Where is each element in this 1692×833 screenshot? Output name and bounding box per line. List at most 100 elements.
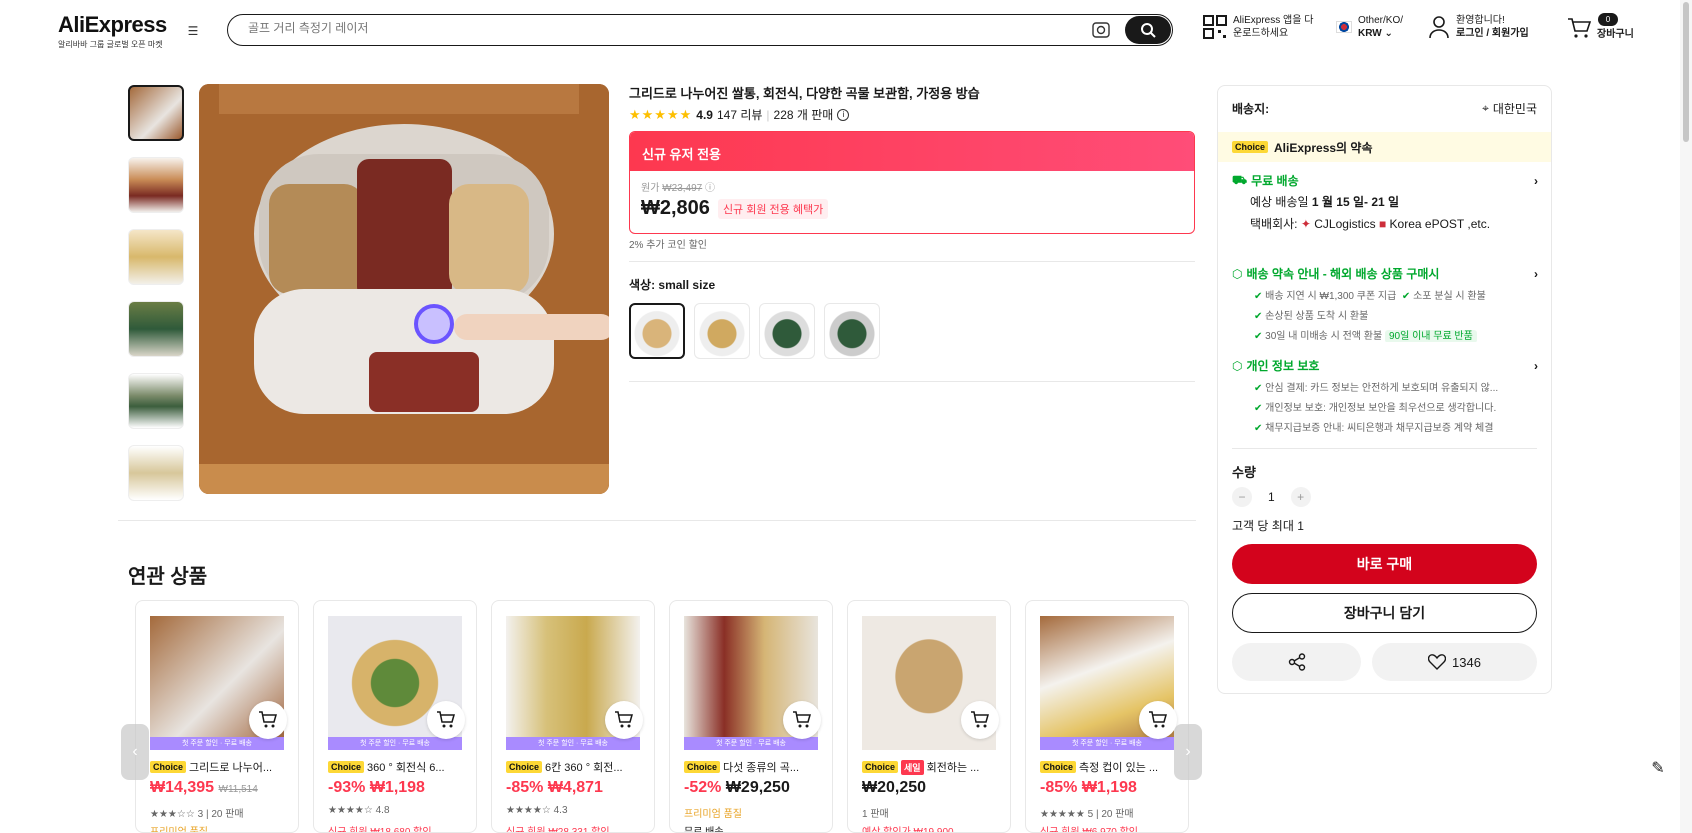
- quantity-stepper: − 1 +: [1232, 487, 1311, 507]
- search-bar: [227, 14, 1173, 46]
- review-count[interactable]: 147 리뷰: [717, 106, 762, 123]
- add-to-cart-icon[interactable]: [961, 701, 999, 739]
- add-to-cart-icon[interactable]: [1139, 701, 1177, 739]
- related-product-card[interactable]: 첫 주문 할인 · 무료 배송 Choice 360 ° 회전식 6... -93…: [313, 600, 477, 833]
- carousel-prev-arrow[interactable]: ‹: [121, 724, 149, 780]
- promo-strip: 첫 주문 할인 · 무료 배송: [328, 737, 462, 750]
- swatch-4[interactable]: [824, 303, 880, 359]
- search-input[interactable]: [248, 21, 1028, 35]
- product-price: -52% ₩29,250: [684, 779, 790, 796]
- choice-banner: Choice AliExpress의 약속: [1218, 132, 1551, 162]
- product-price: -85% ₩1,198: [1040, 779, 1137, 796]
- region-line1: Other/KO/: [1358, 15, 1404, 26]
- korea-flag-icon: [1336, 21, 1352, 33]
- rating-value: 4.9: [696, 107, 713, 122]
- region-selector[interactable]: Other/KO/KRW ⌄: [1336, 14, 1403, 40]
- login-link[interactable]: 로그인 / 회원가입: [1456, 27, 1529, 40]
- search-button[interactable]: [1125, 16, 1171, 44]
- chevron-right-icon: ›: [1534, 266, 1538, 281]
- thumbnail-4[interactable]: [128, 301, 184, 357]
- thumbnail-1[interactable]: [128, 85, 184, 141]
- decrease-button[interactable]: −: [1232, 487, 1252, 507]
- account-menu[interactable]: 환영합니다! 로그인 / 회원가입: [1428, 14, 1529, 40]
- thumbnail-3[interactable]: [128, 229, 184, 285]
- heart-icon: [1428, 654, 1447, 670]
- scrollbar-thumb[interactable]: [1683, 2, 1689, 142]
- product-meta: ★★★☆☆ 3 | 20 판매: [150, 809, 244, 820]
- product-title: Choice 측정 컵이 있는 ...: [1040, 759, 1174, 775]
- add-to-cart-icon[interactable]: [783, 701, 821, 739]
- product-meta: ★★★★☆ 4.8: [328, 805, 390, 816]
- edit-icon[interactable]: ✎: [1646, 756, 1670, 780]
- shield-check-icon: ⬡: [1232, 358, 1243, 373]
- increase-button[interactable]: +: [1290, 487, 1311, 507]
- divider: [118, 520, 1196, 521]
- purchase-limit: 고객 당 최대 1: [1232, 519, 1304, 533]
- location-pin-icon: ⌖: [1482, 101, 1489, 115]
- original-price-label: 원가: [641, 183, 660, 194]
- flag-icon: ✦: [1300, 217, 1311, 231]
- promo-strip: 첫 주문 할인 · 무료 배송: [684, 737, 818, 750]
- choice-text: AliExpress의 약속: [1274, 140, 1373, 155]
- camera-search-icon[interactable]: [1092, 22, 1110, 38]
- wishlist-button[interactable]: 1346: [1372, 643, 1537, 681]
- aliexpress-logo[interactable]: AliExpress 알리바바 그룹 글로벌 오픈 마켓: [58, 12, 167, 50]
- swatch-3[interactable]: [759, 303, 815, 359]
- main-product-image[interactable]: [199, 84, 609, 494]
- carousel-next-arrow[interactable]: ›: [1174, 724, 1202, 780]
- product-title: Choice 6칸 360 ° 회전...: [506, 759, 640, 775]
- swatch-small-size[interactable]: [629, 303, 685, 359]
- promo-strip: 첫 주문 할인 · 무료 배송: [1040, 737, 1174, 750]
- ship-to-label: 배송지:: [1232, 102, 1270, 116]
- thumbnail-5[interactable]: [128, 373, 184, 429]
- related-product-card[interactable]: 첫 주문 할인 · 무료 배송 Choice 6칸 360 ° 회전... -85…: [491, 600, 655, 833]
- related-product-card[interactable]: Choice 세일 회전하는 ... ₩20,250 1 판매 예상 할인가 ₩19…: [847, 600, 1011, 833]
- cart-icon: [1568, 17, 1591, 38]
- share-button[interactable]: [1232, 643, 1361, 681]
- related-product-card[interactable]: 첫 주문 할인 · 무료 배송 Choice 측정 컵이 있는 ... -85% …: [1025, 600, 1189, 833]
- privacy-section[interactable]: ⬡개인 정보 보호› 안심 결제: 카드 정보는 안전하게 보호되며 유출되지 …: [1232, 357, 1538, 435]
- product-meta: 프리미엄 품질: [684, 809, 742, 820]
- divider: [1232, 448, 1537, 449]
- flag-icon: ■: [1378, 217, 1387, 231]
- product-price: ₩20,250: [862, 779, 927, 796]
- menu-icon[interactable]: ☰: [184, 22, 202, 40]
- current-price: ₩2,806: [641, 197, 710, 219]
- product-extra: 예상 할인가 ₩19,900: [862, 827, 954, 833]
- related-product-card[interactable]: 첫 주문 할인 · 무료 배송 Choice 그리드로 나누어... ₩14,39…: [135, 600, 299, 833]
- product-meta: 1 판매: [862, 809, 889, 820]
- thumbnail-2[interactable]: [128, 157, 184, 213]
- buy-now-button[interactable]: 바로 구매: [1232, 544, 1537, 584]
- free-shipping-label: 무료 배송: [1251, 174, 1299, 188]
- shield-icon: ⬡: [1232, 266, 1243, 281]
- currency-label: KRW: [1358, 28, 1382, 39]
- product-price: ₩14,395 ₩11,514: [150, 779, 258, 796]
- app-download[interactable]: AliExpress 앱을 다 운로드하세요: [1203, 14, 1313, 40]
- choice-badge: Choice: [506, 761, 543, 773]
- carrier-info: 택배회사: ✦ CJLogistics ■ Korea ePOST ,etc.: [1250, 217, 1491, 231]
- share-icon: [1288, 653, 1305, 671]
- page-scrollbar[interactable]: [1680, 0, 1692, 833]
- product-extra: 신규 회원 ₩28,331 할인: [506, 827, 610, 833]
- swatch-2[interactable]: [694, 303, 750, 359]
- ship-to-selector[interactable]: ⌖ 대한민국: [1482, 100, 1537, 117]
- promo-strip: 첫 주문 할인 · 무료 배송: [150, 737, 284, 750]
- choice-badge: Choice: [150, 761, 187, 773]
- chevron-down-icon: ⌄: [1384, 28, 1393, 39]
- quantity-label: 수량: [1232, 465, 1256, 480]
- thumbnail-6[interactable]: [128, 445, 184, 501]
- add-to-cart-icon[interactable]: [605, 701, 643, 739]
- color-label: 색상: small size: [629, 278, 716, 292]
- related-product-card[interactable]: 첫 주문 할인 · 무료 배송 Choice 다섯 종류의 곡... -52% ₩…: [669, 600, 833, 833]
- user-icon: [1429, 16, 1449, 39]
- add-to-cart-icon[interactable]: [427, 701, 465, 739]
- add-to-cart-button[interactable]: 장바구니 담기: [1232, 593, 1537, 633]
- info-icon[interactable]: ⓘ: [705, 183, 715, 194]
- delivery-guarantee-section[interactable]: ⬡배송 약속 안내 - 해외 배송 상품 구매시› 배송 지연 시 ₩1,300…: [1232, 265, 1538, 342]
- info-icon[interactable]: i: [837, 108, 850, 121]
- thumbnail-list: [128, 85, 184, 517]
- privacy-item: 채무지급보증 안내: 씨티은행과 채무지급보증 계약 체결: [1232, 419, 1538, 434]
- shipping-section[interactable]: ⛟ 무료 배송 › 예상 배송일 1 월 15 일- 21 일 택배회사: ✦ CJ…: [1232, 172, 1538, 233]
- add-to-cart-icon[interactable]: [249, 701, 287, 739]
- top-header: AliExpress 알리바바 그룹 글로벌 오픈 마켓 ☰ AliExpres…: [0, 0, 1692, 60]
